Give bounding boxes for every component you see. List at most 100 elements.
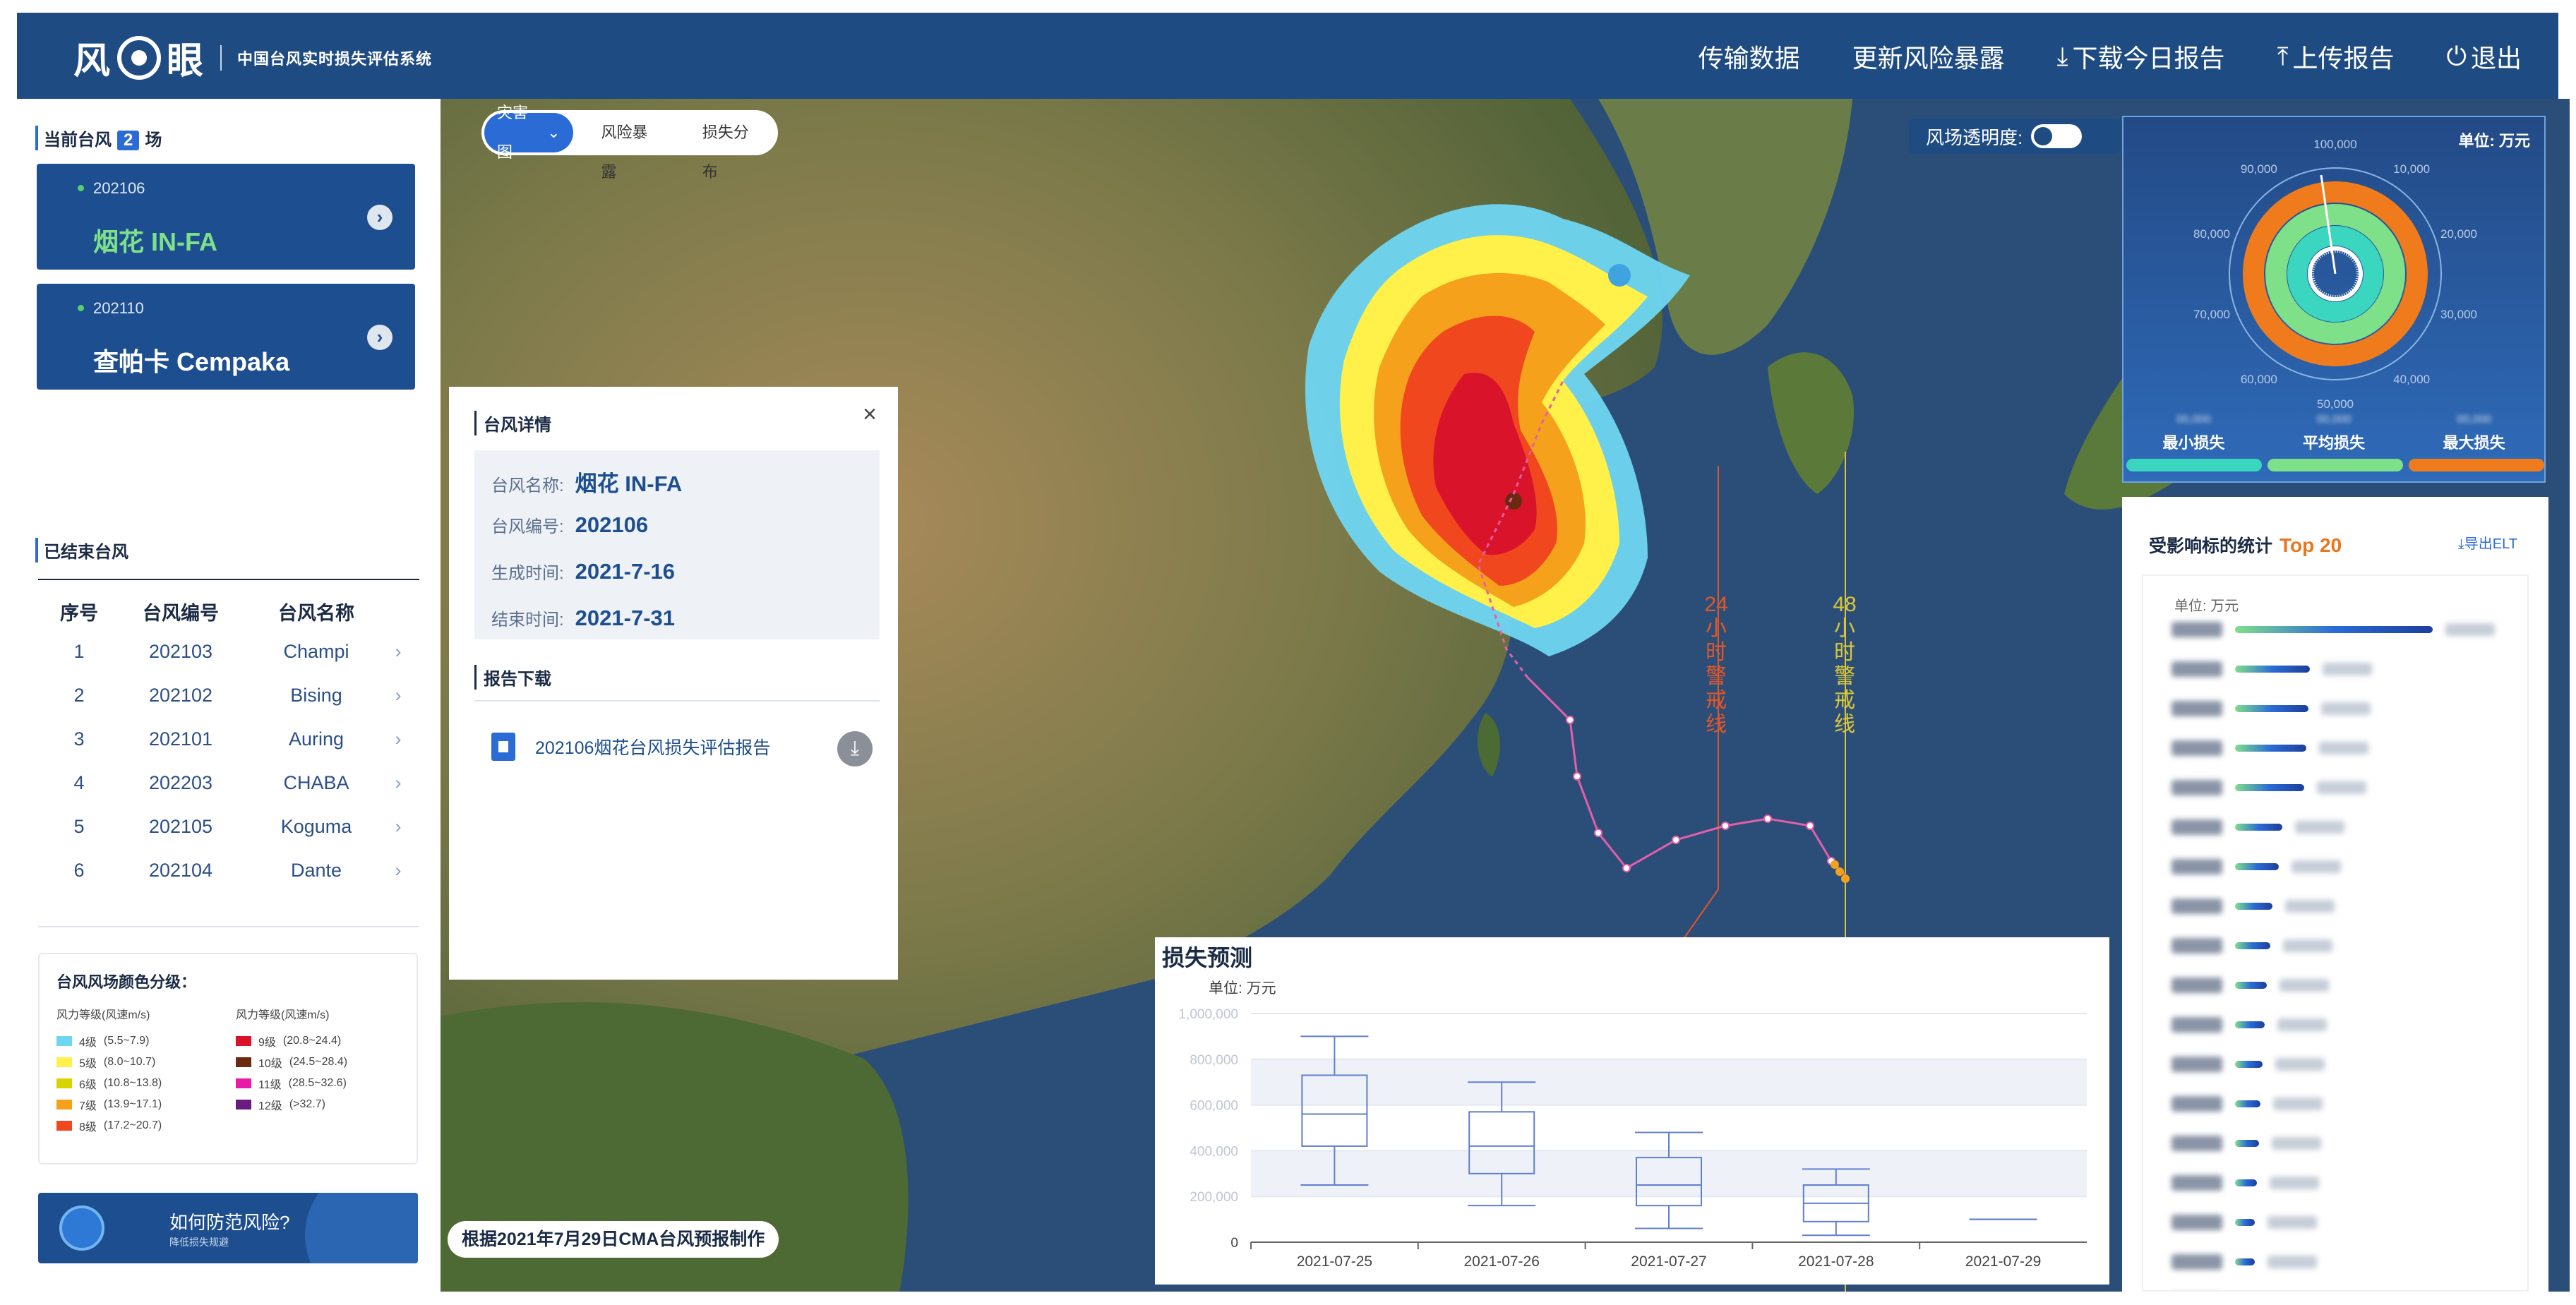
tab-risk-exposure[interactable]: 风险暴露 bbox=[589, 113, 674, 181]
table-row[interactable]: 5 202105 Koguma › bbox=[45, 805, 412, 848]
table-row[interactable]: 3 202101 Auring › bbox=[45, 717, 412, 761]
chevron-right-icon[interactable]: › bbox=[384, 805, 412, 848]
typhoon-card-code: 202110 bbox=[78, 299, 144, 317]
opacity-toggle[interactable] bbox=[2031, 124, 2083, 148]
legend-item: 6级 (10.8~13.8) bbox=[56, 1073, 162, 1094]
close-icon[interactable]: × bbox=[863, 401, 877, 428]
legend-range: (17.2~20.7) bbox=[103, 1119, 162, 1131]
stats-bar bbox=[2235, 1021, 2265, 1028]
typhoon-card-code: 202106 bbox=[77, 179, 145, 197]
table-row[interactable]: 1 202103 Champi › bbox=[45, 630, 412, 673]
nav-download-report[interactable]: ⤓ 下载今日报告 bbox=[2057, 38, 2225, 75]
stats-bar bbox=[2235, 705, 2308, 712]
stats-bar-row bbox=[2171, 774, 2366, 802]
legend-col-left: 风力等级(风速m/s) 4级 (5.5~7.9) 5级 (8.0~10.7) 6级 (… bbox=[56, 1005, 162, 1136]
row-name: Auring bbox=[288, 728, 345, 750]
table-row[interactable]: 2 202102 Bising › bbox=[45, 673, 412, 717]
ended-divider bbox=[38, 579, 419, 580]
legend-swatch bbox=[56, 1078, 72, 1088]
chevron-right-icon[interactable]: › bbox=[384, 761, 412, 805]
export-elt-button[interactable]: ⤓导出ELT bbox=[2458, 532, 2517, 553]
stats-bar-row bbox=[2171, 1011, 2327, 1039]
stats-bar-row bbox=[2171, 734, 2368, 762]
legend-level: 11级 bbox=[258, 1079, 282, 1091]
typhoon-card-cempaka[interactable]: 202110 查帕卡 Cempaka › bbox=[37, 284, 415, 390]
current-title-suffix: 场 bbox=[145, 131, 162, 150]
legend-range: (8.0~10.7) bbox=[103, 1056, 156, 1068]
detail-field: 结束时间: 2021-7-31 bbox=[491, 606, 675, 631]
download-icon[interactable]: ⤓ bbox=[837, 731, 873, 766]
typhoon-card-name: 烟花 IN-FA bbox=[93, 227, 217, 256]
chevron-right-icon[interactable]: › bbox=[367, 205, 393, 230]
opacity-label: 风场透明度: bbox=[1926, 126, 2023, 148]
tab-disaster-map[interactable]: 灾害图 ⌄ bbox=[484, 104, 573, 161]
legend-item: 5级 (8.0~10.7) bbox=[56, 1052, 162, 1073]
stats-bar-value bbox=[2268, 1216, 2317, 1229]
table-row[interactable]: 4 202203 CHABA › bbox=[45, 761, 412, 805]
stats-bar-name bbox=[2171, 1215, 2222, 1230]
row-code: 202105 bbox=[148, 815, 213, 837]
ended-typhoon-table: 序号 台风编号 台风名称 1 202103 Champi › 2 202102 Bisin… bbox=[45, 593, 412, 892]
eye-logo-icon bbox=[117, 35, 162, 80]
gauge-scale-label: 10,000 bbox=[2393, 162, 2430, 176]
legend-swatch bbox=[236, 1036, 251, 1046]
col-index: 序号 bbox=[60, 602, 98, 624]
nav-transfer-data-label: 传输数据 bbox=[1698, 44, 1800, 73]
x-tick-label: 2021-07-26 bbox=[1463, 1253, 1539, 1270]
typhoon-card-infa[interactable]: 202106 烟花 IN-FA › bbox=[37, 164, 415, 270]
current-typhoon-title: 当前台风 2 场 bbox=[35, 126, 162, 150]
typhoon-forecast-path bbox=[1477, 380, 1564, 678]
stats-bar-name bbox=[2171, 1096, 2222, 1112]
legend-level: 5级 bbox=[79, 1058, 97, 1070]
legend-item: 12级 (>32.7) bbox=[236, 1094, 347, 1115]
report-name: 202106烟花台风损失评估报告 bbox=[535, 738, 771, 758]
chevron-right-icon[interactable]: › bbox=[367, 325, 393, 350]
row-name: Champi bbox=[283, 640, 349, 662]
chevron-right-icon[interactable]: › bbox=[384, 717, 412, 761]
logo-divider bbox=[220, 44, 222, 71]
map-layer-tabs: 灾害图 ⌄ 风险暴露 损失分布 bbox=[481, 104, 778, 181]
legend-item: 8级 (17.2~20.7) bbox=[56, 1115, 162, 1136]
nav-logout[interactable]: ⏻ 退出 bbox=[2447, 38, 2522, 75]
stats-bar-row bbox=[2171, 694, 2371, 723]
stats-bar-value bbox=[2277, 1018, 2327, 1031]
gauge-scale-label: 60,000 bbox=[2241, 373, 2277, 386]
stats-top-badge: Top 20 bbox=[2280, 534, 2342, 556]
chevron-right-icon[interactable]: › bbox=[384, 673, 412, 717]
report-item[interactable]: 202106烟花台风损失评估报告 bbox=[491, 733, 770, 761]
current-title-prefix: 当前台风 bbox=[44, 131, 112, 150]
stats-bar bbox=[2235, 903, 2272, 910]
legend-title: 台风风场颜色分级： bbox=[56, 973, 197, 991]
chevron-right-icon[interactable]: › bbox=[384, 630, 412, 673]
gauge-max-value: 00,000 bbox=[2457, 414, 2492, 426]
tab-loss-distribution[interactable]: 损失分布 bbox=[690, 113, 775, 181]
stats-bar-row bbox=[2171, 892, 2335, 920]
stats-title: 受影响标的统计 Top 20 bbox=[2149, 532, 2342, 558]
table-row[interactable]: 6 202104 Dante › bbox=[45, 848, 412, 892]
stats-bar-name bbox=[2171, 859, 2222, 874]
stats-bar-value bbox=[2273, 1097, 2323, 1110]
gauge-max-label: 最大损失 bbox=[2443, 434, 2505, 452]
x-tick-label: 2021-07-29 bbox=[1965, 1253, 2041, 1270]
nav-upload-report[interactable]: ⤒ 上传报告 bbox=[2277, 38, 2395, 75]
detail-key: 台风编号: bbox=[491, 517, 564, 536]
report-section-title: 报告下载 bbox=[474, 665, 551, 690]
legend-level: 10级 bbox=[258, 1058, 282, 1070]
nav-transfer-data[interactable]: 传输数据 bbox=[1699, 38, 1800, 75]
legend-swatch bbox=[236, 1057, 251, 1067]
stats-bar-value bbox=[2319, 742, 2368, 754]
risk-tip-card[interactable]: 如何防范风险? 降低损失规避 bbox=[38, 1193, 418, 1263]
row-index: 5 bbox=[73, 815, 85, 837]
detail-value: 202106 bbox=[575, 512, 649, 537]
chart-band bbox=[1251, 1059, 2087, 1105]
stats-bar-list: 单位: 万元 bbox=[2142, 575, 2529, 1292]
stats-bar-value bbox=[2445, 623, 2495, 636]
logo-char-left: 风 bbox=[73, 41, 112, 82]
gauge-color-bars bbox=[2126, 459, 2544, 471]
export-label: 导出ELT bbox=[2464, 536, 2517, 552]
legend-range: (10.8~13.8) bbox=[103, 1077, 162, 1089]
chevron-right-icon[interactable]: › bbox=[384, 848, 412, 892]
nav-update-exposure[interactable]: 更新风险暴露 bbox=[1852, 38, 2005, 75]
legend-swatch bbox=[236, 1100, 251, 1109]
legend-item: 9级 (20.8~24.4) bbox=[236, 1030, 347, 1052]
